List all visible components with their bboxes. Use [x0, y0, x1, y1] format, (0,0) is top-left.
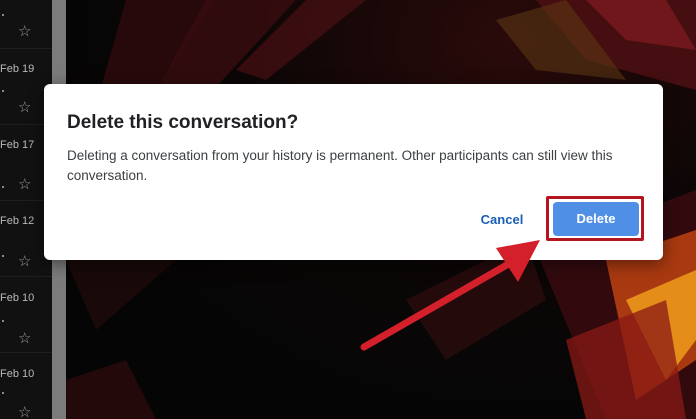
arrow-annotation: [360, 240, 540, 351]
